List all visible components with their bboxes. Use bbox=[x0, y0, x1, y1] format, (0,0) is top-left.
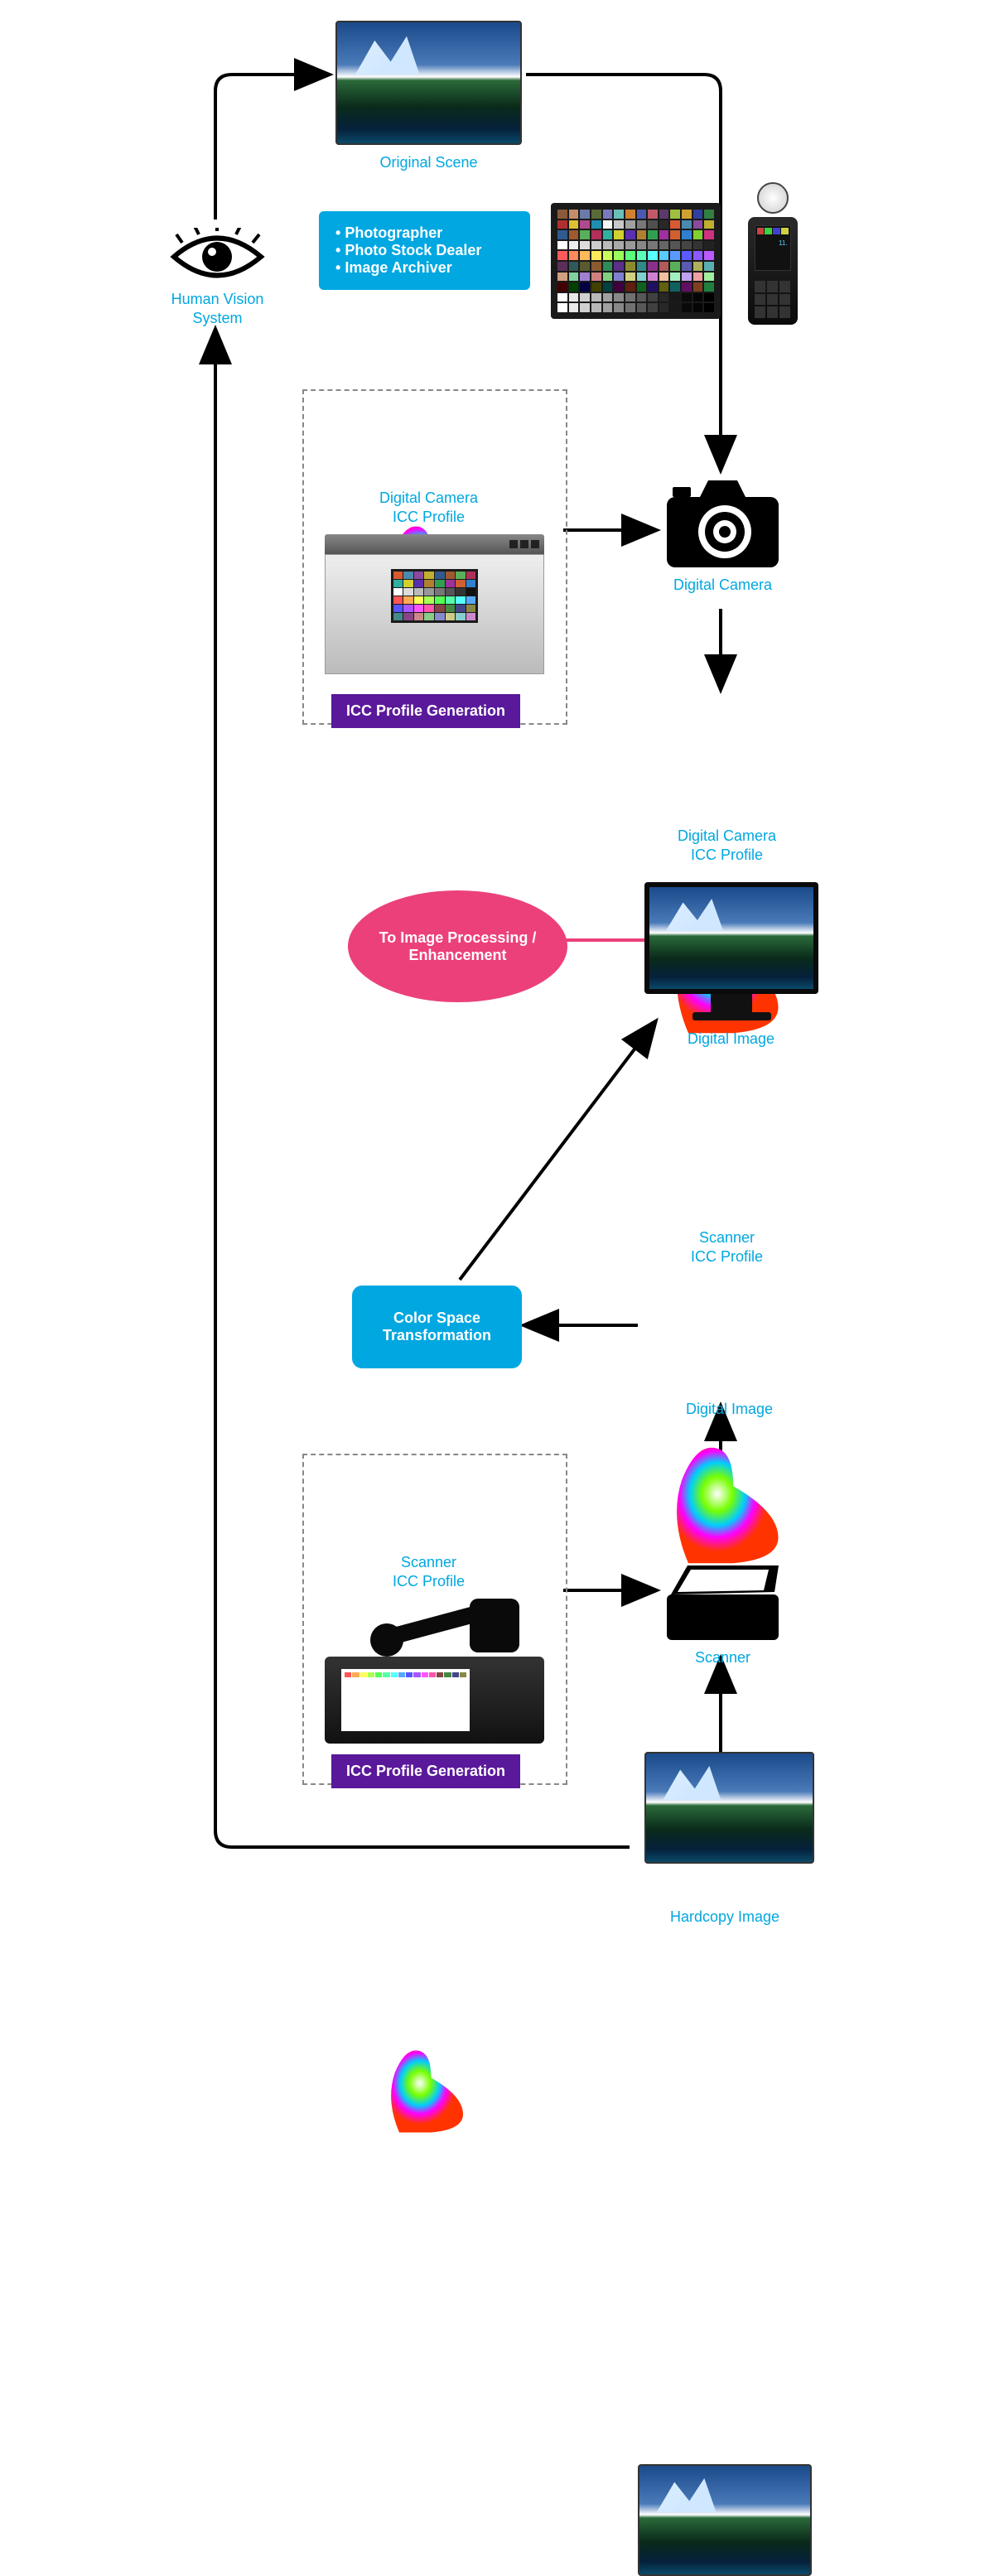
digital-image-photo bbox=[644, 1752, 814, 1864]
roles-box: Photographer Photo Stock Dealer Image Ar… bbox=[319, 211, 530, 290]
icc-gen-label-1: ICC Profile Generation bbox=[331, 694, 520, 728]
gamut-icon bbox=[654, 1441, 799, 1570]
camera-icc-label-1: Digital Camera ICC Profile bbox=[335, 489, 522, 528]
camera-icon bbox=[663, 472, 783, 572]
viewing-booth-icon bbox=[325, 534, 544, 679]
original-scene-photo bbox=[335, 21, 522, 145]
role-item: Photographer bbox=[335, 224, 514, 242]
scanner-label: Scanner bbox=[663, 1648, 783, 1667]
digital-image-label-2: Digital Image bbox=[644, 1400, 814, 1419]
icc-gen-label-2: ICC Profile Generation bbox=[331, 1754, 520, 1788]
original-scene-label: Original Scene bbox=[335, 153, 522, 172]
camera-icc-label-2: Digital Camera ICC Profile bbox=[646, 827, 808, 866]
digital-camera-label: Digital Camera bbox=[654, 576, 791, 595]
gamut-icon bbox=[373, 2046, 480, 2137]
cst-box: Color Space Transformation bbox=[352, 1286, 522, 1368]
role-item: Image Archiver bbox=[335, 259, 514, 277]
scanner-icon bbox=[663, 1557, 783, 1648]
human-vision-label: Human Vision System bbox=[170, 290, 265, 329]
eye-icon bbox=[170, 228, 265, 286]
spectrophotometer-icon bbox=[325, 1599, 544, 1744]
color-checker-swatches bbox=[557, 210, 714, 312]
light-meter-icon: 11. bbox=[741, 182, 803, 340]
human-vision-block: Human Vision System bbox=[170, 228, 265, 329]
processing-oval: To Image Processing / Enhancement bbox=[348, 890, 567, 1002]
role-item: Photo Stock Dealer bbox=[335, 242, 514, 259]
scanner-icc-label-1: Scanner ICC Profile bbox=[646, 1228, 808, 1267]
monitor-icon bbox=[644, 882, 818, 1027]
scanner-icc-label-2: Scanner ICC Profile bbox=[335, 1553, 522, 1592]
hardcopy-photo bbox=[638, 2464, 812, 2576]
hardcopy-label: Hardcopy Image bbox=[638, 1908, 812, 1927]
digital-image-label-1: Digital Image bbox=[654, 1030, 808, 1049]
